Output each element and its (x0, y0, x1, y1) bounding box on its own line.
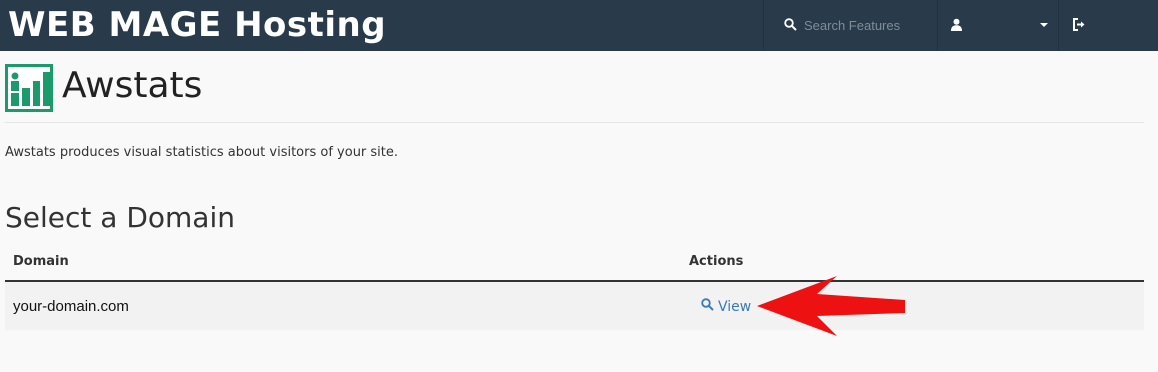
view-link-label: View (718, 298, 752, 315)
chevron-down-icon (1040, 23, 1048, 27)
magnifier-icon (701, 298, 714, 315)
domain-cell: your-domain.com (13, 298, 129, 315)
section-title: Select a Domain (5, 201, 235, 234)
table-row (5, 282, 1144, 330)
red-arrow (757, 276, 905, 336)
brand-logo-text[interactable]: WEB MAGE Hosting (8, 2, 386, 48)
logout-icon (1072, 18, 1086, 36)
column-header-actions: Actions (689, 254, 744, 269)
search-features-box[interactable] (763, 0, 938, 51)
awstats-icon (5, 64, 53, 112)
column-header-domain[interactable]: Domain (13, 254, 69, 269)
top-navbar: WEB MAGE Hosting (0, 0, 1158, 51)
user-icon (950, 18, 963, 36)
header-divider (5, 122, 1144, 123)
search-features-input[interactable] (804, 14, 932, 36)
search-icon (784, 18, 797, 36)
view-stats-link[interactable]: View (701, 298, 751, 315)
page-description: Awstats produces visual statistics about… (5, 145, 399, 160)
logout-button[interactable] (1060, 0, 1100, 51)
user-menu-dropdown[interactable] (938, 0, 1059, 51)
page-title: Awstats (62, 65, 203, 106)
